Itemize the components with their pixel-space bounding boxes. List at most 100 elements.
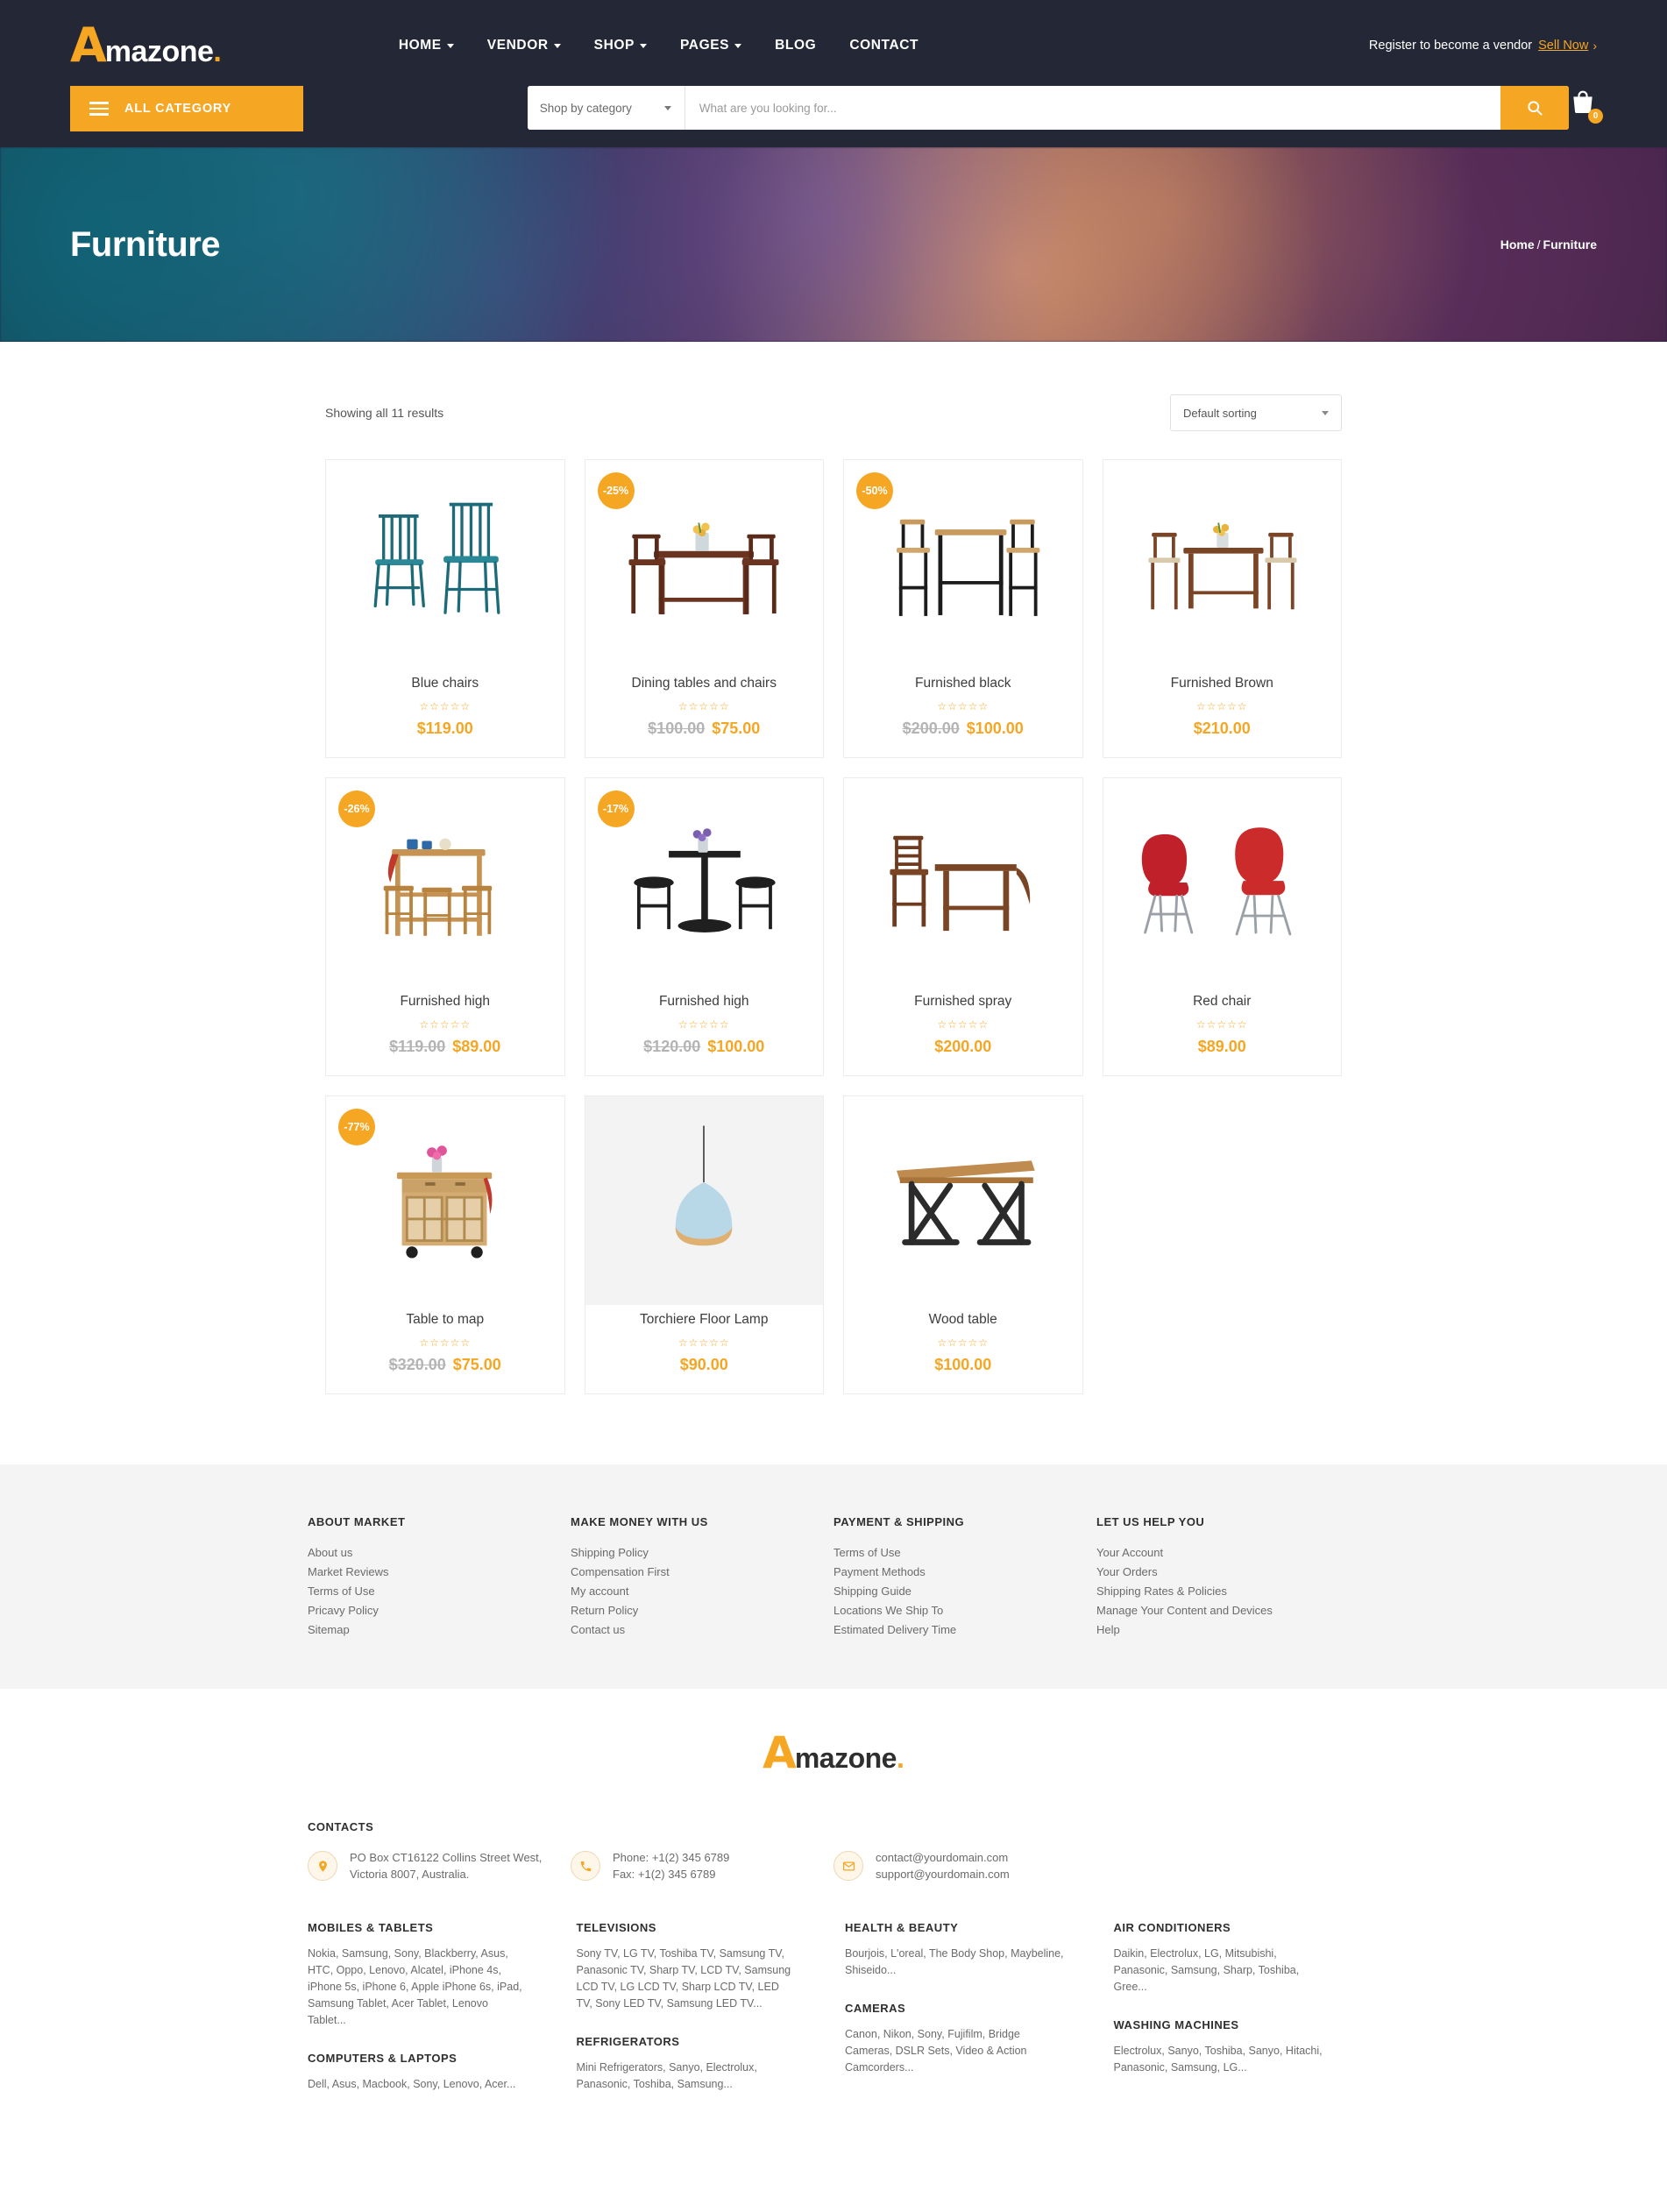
product-price-current: $100.00 — [966, 720, 1024, 737]
breadcrumb-current: Furniture — [1543, 238, 1597, 252]
product-card[interactable]: -77% Table to map ☆☆☆☆☆ $320.00 $75.00 — [325, 1095, 565, 1394]
footer-link[interactable]: Shipping Rates & Policies — [1096, 1582, 1359, 1601]
product-card[interactable]: Red chair ☆☆☆☆☆ $89.00 — [1102, 777, 1342, 1076]
product-price: $89.00 — [1103, 1038, 1342, 1056]
product-rating: ☆☆☆☆☆ — [419, 1336, 472, 1349]
category-block: MOBILES & TABLETS Nokia, Samsung, Sony, … — [308, 1921, 554, 2029]
chevron-down-icon — [446, 44, 454, 48]
product-card[interactable]: -50% Furnished black ☆☆☆☆☆ $200.00 $100.… — [843, 459, 1083, 758]
footer-link[interactable]: Manage Your Content and Devices — [1096, 1601, 1359, 1620]
category-title: REFRIGERATORS — [576, 2035, 680, 2048]
category-title: TELEVISIONS — [576, 1921, 656, 1934]
footer-link[interactable]: Help — [1096, 1620, 1359, 1640]
product-card[interactable]: Furnished spray ☆☆☆☆☆ $200.00 — [843, 777, 1083, 1076]
footer-link[interactable]: Market Reviews — [308, 1563, 571, 1582]
discount-badge: -17% — [597, 791, 635, 827]
footer-category-col-2: TELEVISIONS Sony TV, LG TV, Toshiba TV, … — [577, 1921, 823, 2116]
product-price-current: $89.00 — [452, 1038, 501, 1055]
footer-link[interactable]: Shipping Policy — [571, 1543, 834, 1563]
search-input[interactable] — [685, 86, 1500, 130]
envelope-icon — [834, 1851, 863, 1881]
product-card[interactable]: Blue chairs ☆☆☆☆☆ $119.00 — [325, 459, 565, 758]
footer-link-list: Shipping Policy Compensation First My ac… — [571, 1543, 834, 1640]
all-category-button[interactable]: ALL CATEGORY — [70, 86, 303, 131]
product-rating: ☆☆☆☆☆ — [937, 1018, 990, 1031]
logo-dot: . — [213, 34, 222, 68]
nav-item-home[interactable]: HOME — [399, 38, 454, 53]
sort-select[interactable]: Default sorting — [1170, 394, 1342, 431]
footer-column-help: LET US HELP YOU Your Account Your Orders… — [1096, 1515, 1359, 1640]
nav-label: VENDOR — [486, 37, 549, 53]
category-body: Canon, Nikon, Sony, Fujifilm, Bridge Cam… — [845, 2028, 1027, 2074]
category-body: Nokia, Samsung, Sony, Blackberry, Asus, … — [308, 1947, 522, 2026]
nav-item-vendor[interactable]: VENDOR — [487, 38, 561, 53]
kitchen-cart-icon — [396, 1145, 493, 1258]
footer-link[interactable]: About us — [308, 1543, 571, 1563]
footer-link[interactable]: Shipping Guide — [834, 1582, 1096, 1601]
shop-toolbar: Showing all 11 results Default sorting — [325, 394, 1342, 431]
logo-a-mark: A — [763, 1727, 797, 1778]
footer-link[interactable]: My account — [571, 1582, 834, 1601]
cart-button[interactable]: 0 — [1569, 89, 1603, 124]
footer-link[interactable]: Return Policy — [571, 1601, 834, 1620]
category-block: REFRIGERATORS Mini Refrigerators, Sanyo,… — [577, 2035, 823, 2093]
product-price-current: $100.00 — [934, 1356, 992, 1373]
shop-section: Showing all 11 results Default sorting B… — [325, 342, 1342, 1464]
nav-item-shop[interactable]: SHOP — [594, 38, 647, 53]
product-title: Table to map — [406, 1312, 485, 1327]
footer-link[interactable]: Terms of Use — [308, 1582, 571, 1601]
footer-category-columns: MOBILES & TABLETS Nokia, Samsung, Sony, … — [308, 1921, 1359, 2116]
red-chairs-icon — [1142, 827, 1292, 936]
nav-item-blog[interactable]: BLOG — [775, 38, 816, 53]
sorting-control: Default sorting — [1170, 394, 1342, 431]
product-title: Torchiere Floor Lamp — [640, 1312, 769, 1327]
footer-link[interactable]: Pricavy Policy — [308, 1601, 571, 1620]
product-card[interactable]: -26% Furnished high ☆☆☆☆☆ $119.00 $89.00 — [325, 777, 565, 1076]
nav-label: BLOG — [775, 37, 817, 53]
footer-column-title: MAKE MONEY WITH US — [571, 1515, 708, 1528]
chevron-right-icon: › — [1593, 38, 1597, 53]
footer-column-payment-shipping: PAYMENT & SHIPPING Terms of Use Payment … — [834, 1515, 1096, 1640]
category-body: Sony TV, LG TV, Toshiba TV, Samsung TV, … — [576, 1947, 791, 2010]
category-select-wrap: Shop by category — [527, 86, 685, 130]
footer-link[interactable]: Contact us — [571, 1620, 834, 1640]
search-submit-button[interactable] — [1500, 86, 1569, 130]
search-box: Shop by category — [527, 86, 1569, 130]
footer-column-title: PAYMENT & SHIPPING — [834, 1515, 965, 1528]
product-price: $100.00 $75.00 — [585, 720, 824, 738]
footer-link[interactable]: Your Account — [1096, 1543, 1359, 1563]
shop-by-category-select[interactable]: Shop by category — [527, 86, 685, 130]
footer-link[interactable]: Terms of Use — [834, 1543, 1096, 1563]
discount-badge: -26% — [338, 791, 375, 827]
top-header-bar: Amazone. HOME VENDOR SHOP PAGES BLOG CON… — [0, 0, 1667, 90]
nav-item-contact[interactable]: CONTACT — [849, 38, 919, 53]
footer-link[interactable]: Estimated Delivery Time — [834, 1620, 1096, 1640]
category-title: CAMERAS — [845, 2002, 906, 2015]
logo-wordmark: mazone — [794, 1742, 897, 1774]
footer-link[interactable]: Sitemap — [308, 1620, 571, 1640]
product-price: $119.00 — [326, 720, 564, 738]
breadcrumb-home[interactable]: Home — [1500, 238, 1535, 252]
chevron-down-icon — [734, 44, 742, 48]
product-title: Red chair — [1193, 994, 1252, 1009]
product-price-original: $119.00 — [389, 1038, 446, 1055]
product-card[interactable]: -25% Dining tables and chairs ☆☆☆☆☆ $100… — [584, 459, 824, 758]
product-card[interactable]: Torchiere Floor Lamp ☆☆☆☆☆ $90.00 — [584, 1095, 824, 1394]
category-block: WASHING MACHINES Electrolux, Sanyo, Tosh… — [1114, 2018, 1360, 2076]
product-card[interactable]: Wood table ☆☆☆☆☆ $100.00 — [843, 1095, 1083, 1394]
bar-table-set-icon — [896, 519, 1040, 616]
sell-now-link[interactable]: Sell Now — [1538, 39, 1588, 53]
footer-link[interactable]: Your Orders — [1096, 1563, 1359, 1582]
product-card[interactable]: Furnished Brown ☆☆☆☆☆ $210.00 — [1102, 459, 1342, 758]
site-logo[interactable]: Amazone. — [70, 21, 222, 69]
footer-links-section: ABOUT MARKET About us Market Reviews Ter… — [0, 1464, 1667, 1689]
product-card[interactable]: -17% Furnished high ☆☆☆☆☆ $120.00 $100.0… — [584, 777, 824, 1076]
page-hero-banner: Furniture Home / Furniture — [0, 147, 1667, 342]
footer-link[interactable]: Compensation First — [571, 1563, 834, 1582]
nav-label: CONTACT — [849, 37, 919, 53]
footer-logo[interactable]: Amazone. — [0, 1731, 1667, 1775]
footer-link[interactable]: Locations We Ship To — [834, 1601, 1096, 1620]
nav-item-pages[interactable]: PAGES — [680, 38, 742, 53]
footer-link[interactable]: Payment Methods — [834, 1563, 1096, 1582]
breadcrumb: Home / Furniture — [1500, 238, 1597, 252]
